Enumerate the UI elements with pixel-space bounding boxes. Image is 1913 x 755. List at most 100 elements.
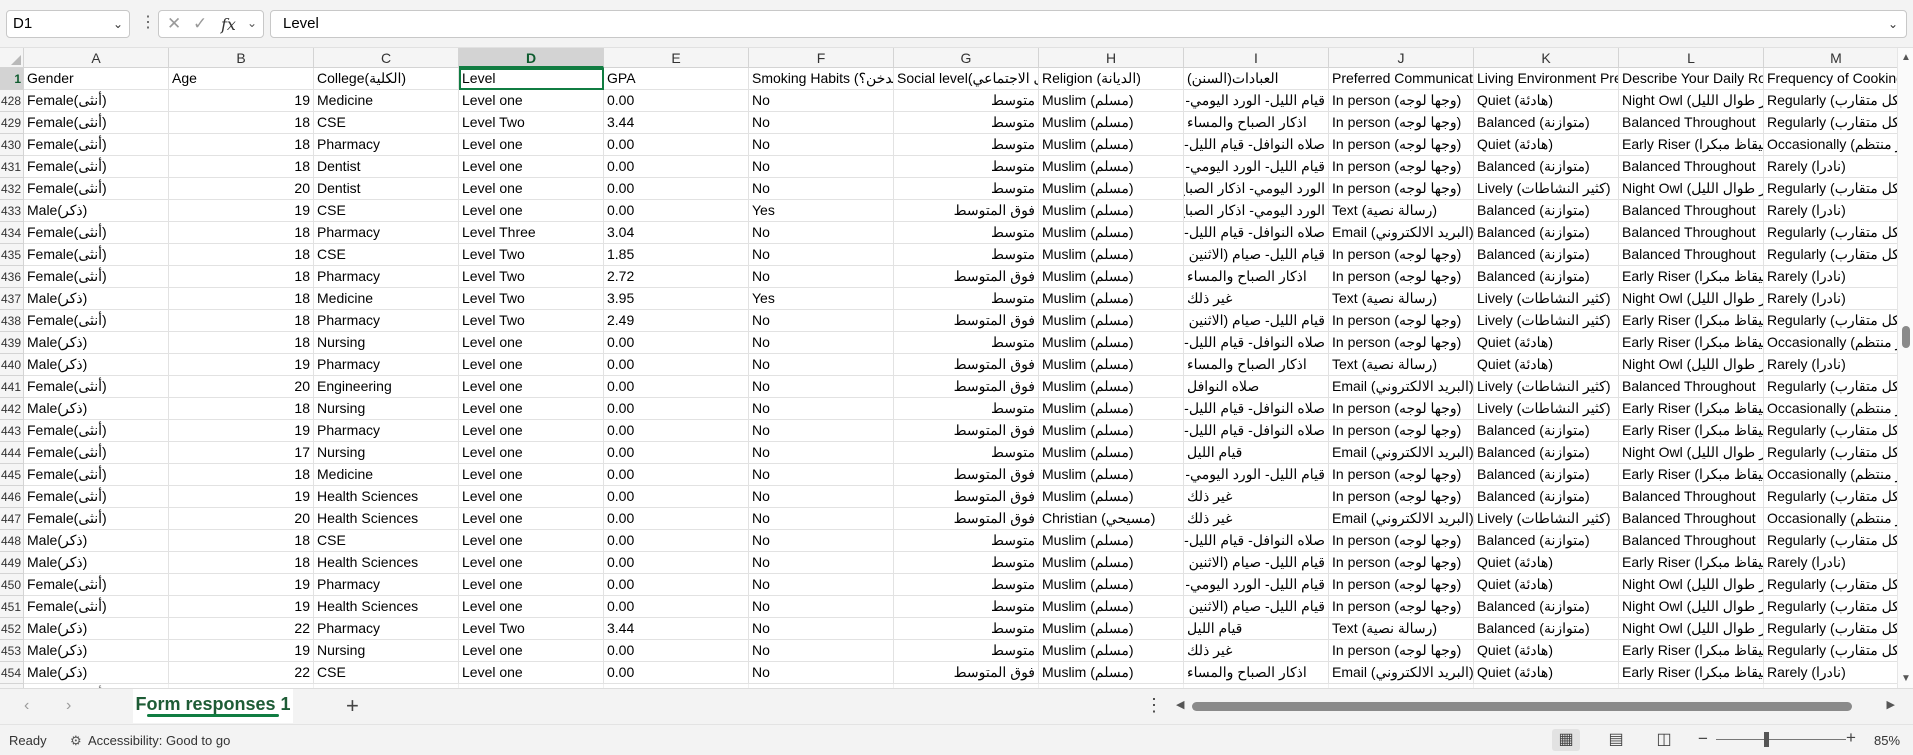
column-title-cell[interactable]: Gender <box>24 68 169 90</box>
table-cell[interactable]: Regularly (بشكل متقارب) <box>1764 618 1897 640</box>
table-cell[interactable]: Nursing <box>314 332 459 354</box>
table-cell[interactable]: متوسط <box>894 288 1039 310</box>
next-sheet-icon[interactable]: › <box>66 697 71 715</box>
table-cell[interactable]: No <box>749 222 894 244</box>
table-cell[interactable]: Quiet (هادئة) <box>1474 640 1619 662</box>
table-cell[interactable]: In person (وجها لوجه) <box>1329 244 1474 266</box>
table-cell[interactable]: Female(أنثى) <box>24 156 169 178</box>
table-cell[interactable]: Balanced (متوازنة) <box>1474 222 1619 244</box>
table-cell[interactable]: 18 <box>169 530 314 552</box>
table-cell[interactable]: صلاه النوافل <box>1184 376 1329 398</box>
table-cell[interactable]: صلاه النوافل- قيام الليل- الورد <box>1184 134 1329 156</box>
vertical-scroll-thumb[interactable] <box>1902 326 1910 348</box>
table-cell[interactable]: متوسط <box>894 134 1039 156</box>
table-cell[interactable]: 19 <box>169 200 314 222</box>
table-cell[interactable]: Balanced (متوازنة) <box>1474 464 1619 486</box>
table-cell[interactable]: الورد اليومي- اذكار الصباح وال <box>1184 200 1329 222</box>
table-cell[interactable]: Night Owl (ساهر طوال الليل) <box>1619 442 1764 464</box>
table-cell[interactable]: Balanced (متوازنة) <box>1474 442 1619 464</box>
table-cell[interactable]: Male(ذكر) <box>24 618 169 640</box>
table-cell[interactable]: متوسط <box>894 530 1039 552</box>
table-cell[interactable]: 19 <box>169 596 314 618</box>
table-cell[interactable]: No <box>749 596 894 618</box>
table-cell[interactable]: Muslim (مسلم) <box>1039 420 1184 442</box>
table-cell[interactable]: Quiet (هادئة) <box>1474 574 1619 596</box>
table-cell[interactable]: قيام الليل- صيام (الاثنين و الخميس) <box>1184 244 1329 266</box>
table-cell[interactable]: Female(أنثى) <box>24 442 169 464</box>
table-cell[interactable]: Male(ذكر) <box>24 640 169 662</box>
table-cell[interactable]: Regularly (بشكل متقارب) <box>1764 310 1897 332</box>
table-cell[interactable]: متوسط <box>894 222 1039 244</box>
table-cell[interactable]: فوق المتوسط <box>894 310 1039 332</box>
table-cell[interactable]: Female(أنثى) <box>24 266 169 288</box>
table-cell[interactable]: اذكار الصباح والمساء <box>1184 662 1329 684</box>
column-header-j[interactable]: J <box>1329 48 1474 68</box>
table-cell[interactable]: Quiet (هادئة) <box>1474 662 1619 684</box>
table-cell[interactable]: Night Owl (ساهر طوال الليل) <box>1619 178 1764 200</box>
table-cell[interactable]: No <box>749 354 894 376</box>
table-cell[interactable]: 0.00 <box>604 662 749 684</box>
row-header[interactable]: 442 <box>0 398 24 420</box>
table-cell[interactable]: No <box>749 398 894 420</box>
table-cell[interactable]: 18 <box>169 398 314 420</box>
table-cell[interactable]: متوسط <box>894 244 1039 266</box>
row-header[interactable]: 433 <box>0 200 24 222</box>
zoom-in-button[interactable]: + <box>1846 728 1856 748</box>
table-cell[interactable]: Female(أنثى) <box>24 244 169 266</box>
column-header-f[interactable]: F <box>749 48 894 68</box>
table-cell[interactable]: In person (وجها لوجه) <box>1329 90 1474 112</box>
table-cell[interactable]: 18 <box>169 288 314 310</box>
table-cell[interactable]: 2.49 <box>604 310 749 332</box>
table-cell[interactable]: متوسط <box>894 178 1039 200</box>
table-cell[interactable]: Male(ذكر) <box>24 398 169 420</box>
table-cell[interactable]: Lively (كثير النشاطات) <box>1474 178 1619 200</box>
horizontal-scrollbar[interactable]: ◀ ▶ <box>1174 697 1897 715</box>
table-cell[interactable]: 0.00 <box>604 90 749 112</box>
table-cell[interactable]: Rarely (نادرا) <box>1764 266 1897 288</box>
column-title-cell[interactable]: Smoking Habits (مدخن؟) <box>749 68 894 90</box>
table-cell[interactable]: CSE <box>314 112 459 134</box>
table-cell[interactable]: Early Riser (استيقاظ مبكرا) <box>1619 266 1764 288</box>
table-cell[interactable]: In person (وجها لوجه) <box>1329 112 1474 134</box>
table-cell[interactable]: Night Owl (ساهر طوال الليل) <box>1619 618 1764 640</box>
table-cell[interactable]: Muslim (مسلم) <box>1039 288 1184 310</box>
table-cell[interactable]: Pharmacy <box>314 222 459 244</box>
page-layout-view-button[interactable]: ▤ <box>1602 729 1630 751</box>
column-title-cell[interactable]: Age <box>169 68 314 90</box>
row-header[interactable]: 451 <box>0 596 24 618</box>
table-cell[interactable]: In person (وجها لوجه) <box>1329 464 1474 486</box>
table-cell[interactable]: فوق المتوسط <box>894 200 1039 222</box>
table-cell[interactable]: 3.44 <box>604 618 749 640</box>
table-cell[interactable]: متوسط <box>894 112 1039 134</box>
table-cell[interactable]: Muslim (مسلم) <box>1039 112 1184 134</box>
table-cell[interactable]: Level one <box>459 662 604 684</box>
table-cell[interactable]: 3.04 <box>604 222 749 244</box>
table-cell[interactable]: Lively (كثير النشاطات) <box>1474 288 1619 310</box>
table-cell[interactable]: Early Riser (استيقاظ مبكرا) <box>1619 134 1764 156</box>
column-header-a[interactable]: A <box>24 48 169 68</box>
table-cell[interactable]: Female(أنثى) <box>24 464 169 486</box>
table-cell[interactable]: فوق المتوسط <box>894 662 1039 684</box>
table-cell[interactable]: Muslim (مسلم) <box>1039 266 1184 288</box>
table-cell[interactable]: Female(أنثى) <box>24 112 169 134</box>
row-header[interactable]: 431 <box>0 156 24 178</box>
table-cell[interactable]: 18 <box>169 266 314 288</box>
table-cell[interactable]: فوق المتوسط <box>894 508 1039 530</box>
table-cell[interactable]: متوسط <box>894 640 1039 662</box>
table-cell[interactable]: In person (وجها لوجه) <box>1329 266 1474 288</box>
table-cell[interactable]: 2.72 <box>604 266 749 288</box>
table-cell[interactable]: Regularly (بشكل متقارب) <box>1764 442 1897 464</box>
table-cell[interactable]: متوسط <box>894 156 1039 178</box>
table-cell[interactable]: Email (البريد الالكتروني) <box>1329 442 1474 464</box>
table-cell[interactable]: Level Three <box>459 222 604 244</box>
table-cell[interactable]: Muslim (مسلم) <box>1039 464 1184 486</box>
table-cell[interactable]: فوق المتوسط <box>894 376 1039 398</box>
table-cell[interactable]: 18 <box>169 552 314 574</box>
table-cell[interactable]: No <box>749 266 894 288</box>
table-cell[interactable]: 1.85 <box>604 244 749 266</box>
table-cell[interactable]: No <box>749 464 894 486</box>
table-cell[interactable]: Occasionally (بشكل غير منتظم) <box>1764 398 1897 420</box>
row-header[interactable]: 445 <box>0 464 24 486</box>
table-cell[interactable]: Level one <box>459 398 604 420</box>
column-header-i[interactable]: I <box>1184 48 1329 68</box>
